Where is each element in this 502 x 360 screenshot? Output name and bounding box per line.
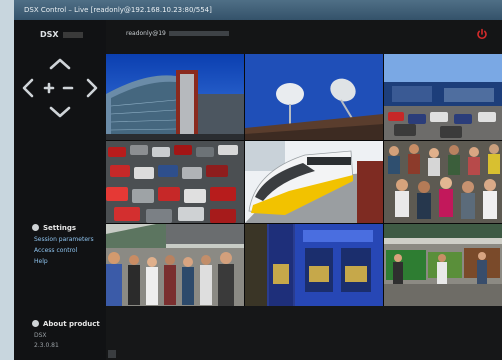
settings-heading: Settings <box>32 224 76 232</box>
status-panel <box>106 306 502 360</box>
zoom-in-button[interactable] <box>43 82 55 94</box>
power-icon[interactable] <box>476 28 488 40</box>
pan-right-button[interactable] <box>86 78 98 98</box>
pan-left-button[interactable] <box>22 78 34 98</box>
product-name: DSX <box>34 332 47 339</box>
session-parameters-link[interactable]: Session parameters <box>34 236 94 243</box>
camera-tile-building[interactable] <box>106 54 244 140</box>
camera-tile-satellite-dishes[interactable] <box>245 54 383 140</box>
camera-grid <box>106 54 502 306</box>
help-link[interactable]: Help <box>34 258 48 265</box>
camera-tile-street[interactable] <box>106 224 244 306</box>
app-window: DSX Control – Live [readonly@192.168.10.… <box>14 0 502 360</box>
user-label: readonly@19 <box>126 30 229 37</box>
product-version: 2.3.0.81 <box>34 342 59 349</box>
camera-tile-market[interactable] <box>384 224 502 306</box>
camera-tile-car-park-terminal[interactable] <box>384 54 502 140</box>
camera-tile-parking-lot[interactable] <box>106 141 244 223</box>
gear-icon <box>32 224 39 231</box>
pan-down-button[interactable] <box>49 106 71 118</box>
access-control-link[interactable]: Access control <box>34 247 77 254</box>
window-title: DSX Control – Live [readonly@192.168.10.… <box>24 6 212 14</box>
camera-tile-crowd[interactable] <box>384 141 502 223</box>
scroll-down-icon[interactable] <box>108 350 116 358</box>
top-bar: readonly@19 <box>106 20 502 54</box>
ptz-control <box>14 54 106 134</box>
info-icon <box>32 320 39 327</box>
logo: DSX <box>40 30 83 39</box>
title-bar: DSX Control – Live [readonly@192.168.10.… <box>14 0 502 20</box>
sidebar: DSX Settings Session parameters Access c… <box>14 20 106 360</box>
pan-up-button[interactable] <box>49 58 71 70</box>
camera-tile-train[interactable] <box>245 141 383 223</box>
about-heading: About product <box>32 320 100 328</box>
camera-tile-atm[interactable] <box>245 224 383 306</box>
